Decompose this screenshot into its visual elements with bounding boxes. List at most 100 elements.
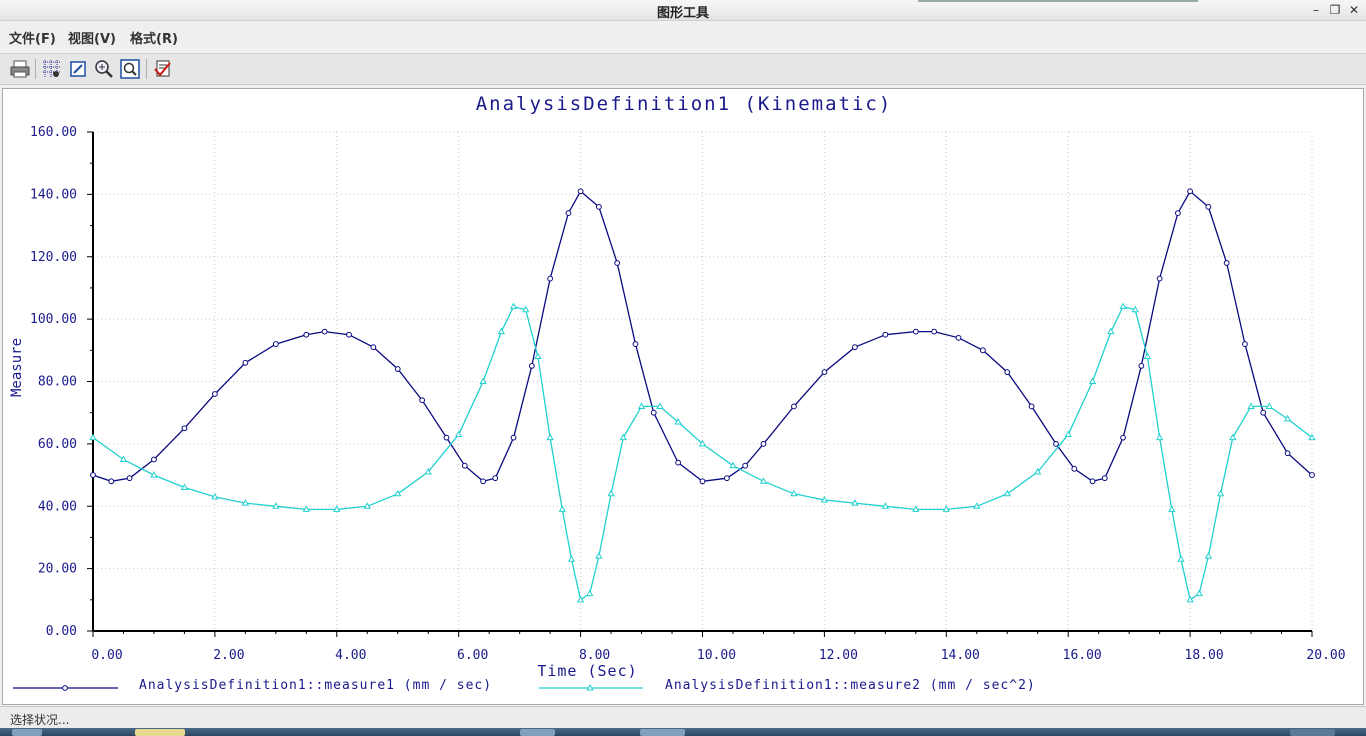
data-point-series-1 [461,462,468,469]
data-point-series-2 [1168,505,1176,512]
data-point-series-1 [979,347,986,354]
x-tick-label: 20.00 [1306,648,1345,663]
y-tick-label: 80.00 [38,375,77,390]
data-point-series-2 [851,499,859,506]
y-tick-label: 100.00 [30,312,77,327]
data-point-series-1 [443,434,450,441]
y-tick-label: 120.00 [30,250,77,265]
data-point-series-1 [528,363,535,369]
minimize-icon[interactable]: – [1307,2,1325,18]
zoom-fit-icon[interactable] [118,57,142,81]
status-text: 选择状况... [10,713,70,727]
os-taskbar [0,728,1366,736]
data-point-series-1 [1101,475,1108,482]
data-point-series-2 [1265,402,1273,409]
data-point-series-2 [241,499,250,506]
data-point-series-1 [492,475,499,482]
data-point-series-2 [942,505,950,512]
data-point-series-1 [90,472,96,478]
x-tick-label: 4.00 [335,648,366,663]
data-point-series-2 [1186,595,1194,603]
data-point-series-1 [821,369,828,376]
grid-icon[interactable] [40,57,64,81]
data-point-series-2 [497,327,506,335]
data-point-series-2 [586,589,594,597]
data-point-series-1 [242,359,249,366]
data-point-series-1 [675,459,682,466]
data-point-series-1 [510,434,517,441]
data-point-series-2 [89,433,97,441]
data-point-series-2 [1204,552,1213,559]
data-point-series-1 [370,344,377,351]
close-icon[interactable]: ✕ [1345,2,1363,18]
data-point-series-1 [212,391,218,397]
data-point-series-2 [790,489,798,497]
taskbar-app-icon[interactable] [640,729,685,736]
data-point-series-1 [632,341,639,347]
x-tick-label: 14.00 [941,648,980,663]
plot-area[interactable]: 0.00 2.00 4.00 6.00 8.00 10.00 12.00 14.00 16.00… [2,88,1364,705]
data-point-series-1 [1004,369,1011,376]
data-point-series-1 [565,210,572,216]
data-point-series-2 [973,502,981,509]
data-point-series-1 [1260,409,1267,416]
data-point-series-2 [729,461,737,469]
data-point-series-1 [151,456,157,463]
data-point-series-2 [1216,489,1225,497]
legend-label-2: AnalysisDefinition1::measure2 (mm / sec^… [665,678,1036,693]
y-tick-label: 20.00 [38,562,77,577]
data-point-series-2 [522,305,530,313]
menu-format[interactable]: 格式(R) [130,28,178,47]
data-point-series-1 [760,440,767,447]
data-point-series-1 [1223,260,1230,266]
title-bar: 图形工具 – ❐ ✕ [0,0,1366,21]
data-point-series-2 [1064,430,1072,438]
data-point-series-2 [1155,433,1164,441]
data-point-series-2 [881,502,890,509]
x-tick-label: 10.00 [697,648,736,663]
menu-file[interactable]: 文件(F) [9,28,56,47]
export-icon[interactable] [151,57,175,81]
data-point-series-2 [558,505,566,512]
data-point-series-1 [1242,341,1248,347]
data-point-series-1 [791,403,797,410]
taskbar-start-icon[interactable] [12,729,42,736]
y-axis-label: Measure [9,338,25,397]
restore-icon[interactable]: ❐ [1326,2,1344,18]
status-bar: 选择状况... [0,706,1366,729]
data-point-series-1 [346,331,352,338]
data-point-series-2 [1131,305,1139,313]
data-point-series-1 [851,344,858,351]
data-point-series-1 [1205,203,1212,210]
data-point-series-2 [607,489,615,497]
data-point-series-2 [637,402,646,409]
y-tick-label: 0.00 [46,624,77,639]
data-point-series-1 [303,331,310,338]
data-point-series-2 [302,505,310,512]
data-point-series-1 [1138,363,1145,369]
x-axis-label: Time (Sec) [537,662,637,680]
data-point-series-1 [108,478,115,485]
series-line-2 [92,305,1313,601]
toolbar-separator [35,59,36,79]
data-point-series-2 [455,430,463,438]
data-point-series-2 [1107,327,1115,335]
print-icon[interactable] [8,57,32,81]
zoom-in-icon[interactable] [92,57,116,81]
data-point-series-2 [546,433,554,441]
menu-view[interactable]: 视图(V) [68,28,116,47]
data-point-series-1 [480,478,486,485]
background-window-edge [918,0,1198,2]
toolbar [0,53,1366,85]
data-point-series-1 [1071,465,1078,472]
taskbar-app-icon[interactable] [520,729,555,736]
data-point-series-2 [1177,555,1185,562]
data-point-series-1 [1028,403,1035,410]
chart-title: AnalysisDefinition1 (Kinematic) [476,93,893,115]
edit-graph-icon[interactable] [66,57,90,81]
data-point-series-2 [759,477,768,484]
x-tick-label: 12.00 [819,648,858,663]
taskbar-app-icon[interactable] [135,729,185,736]
legend-label-1: AnalysisDefinition1::measure1 (mm / sec) [139,678,492,693]
toolbar-separator [146,59,147,79]
